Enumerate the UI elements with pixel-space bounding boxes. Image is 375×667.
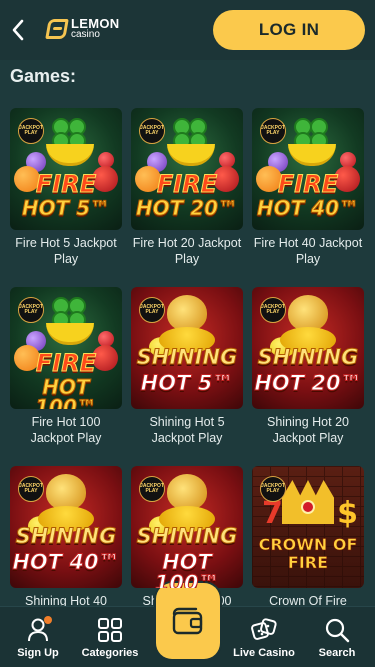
game-card[interactable]: JACKPOT PLAY FIRE HOT 20™ Fire Hot 20 Jac… [131, 108, 243, 288]
game-title[interactable]: Fire Hot 100 Jackpot Play [10, 409, 122, 467]
art-title: CROWN OF FIRE [252, 536, 364, 571]
nav-categories[interactable]: Categories [72, 607, 148, 667]
dollar-icon: $ [337, 496, 358, 531]
nav-label: Sign Up [17, 647, 59, 659]
back-button[interactable] [6, 16, 30, 44]
game-thumbnail[interactable]: JACKPOT PLAY FIRE HOT 40™ [252, 108, 364, 230]
categories-grid-icon [96, 616, 124, 644]
art-line2: HOT 5™ [21, 196, 111, 220]
game-card[interactable]: JACKPOT PLAY FIRE HOT 40™ Fire Hot 40 Jac… [252, 108, 364, 288]
top-bar: LEMON casino LOG IN [0, 0, 375, 60]
nav-label: Categories [81, 647, 139, 659]
games-grid-row2: JACKPOT PLAY FIRE HOT 100™ Fire Hot 100 J… [10, 287, 372, 467]
gold-pot-icon [167, 295, 207, 331]
jackpot-badge: JACKPOT PLAY [18, 118, 44, 144]
wallet-button[interactable] [156, 583, 220, 659]
art-line1: FIRE [35, 170, 97, 198]
games-grid: JACKPOT PLAY FIRE HOT 5™ Fire Hot 5 Jackp… [10, 108, 372, 288]
badge-line2: PLAY [266, 488, 280, 494]
art-line1: SHINING [136, 524, 238, 548]
art-line1: SHINING [136, 345, 238, 369]
art-line1: FIRE [35, 349, 97, 377]
jackpot-badge: JACKPOT PLAY [139, 118, 165, 144]
art-line2: HOT 40™ [12, 550, 120, 574]
lemon-logo-icon [45, 18, 69, 39]
art-line2: HOT 40™ [256, 196, 360, 220]
banana-icon [46, 144, 94, 166]
notification-dot [44, 616, 52, 624]
badge-line2: PLAY [145, 309, 159, 315]
game-title[interactable]: Fire Hot 5 Jackpot Play [10, 230, 122, 288]
nav-sign-up[interactable]: Sign Up [0, 607, 76, 667]
nav-live-casino[interactable]: Live Casino [226, 607, 302, 667]
gold-pot-icon [46, 474, 86, 510]
lemon-casino-logo[interactable]: LEMON casino [45, 17, 119, 40]
jackpot-badge: JACKPOT PLAY [139, 476, 165, 502]
art-line2: HOT 20™ [135, 196, 239, 220]
badge-line2: PLAY [266, 130, 280, 136]
game-title[interactable]: Shining Hot 20 Jackpot Play [252, 409, 364, 467]
login-button[interactable]: LOG IN [213, 10, 365, 50]
wallet-icon [172, 607, 203, 635]
game-thumbnail[interactable]: JACKPOT PLAY 7 $ CROWN OF FIRE [252, 466, 364, 588]
badge-line2: PLAY [266, 309, 280, 315]
dice-icon [250, 616, 278, 644]
game-title[interactable]: Fire Hot 40 Jackpot Play [252, 230, 364, 288]
art-line2: HOT 100™ [35, 375, 98, 410]
nav-label: Search [318, 647, 356, 659]
badge-line2: PLAY [24, 130, 38, 136]
jackpot-badge: JACKPOT PLAY [260, 476, 286, 502]
art-line1: FIRE [156, 170, 218, 198]
game-thumbnail[interactable]: JACKPOT PLAY FIRE HOT 20™ [131, 108, 243, 230]
nav-label: Live Casino [233, 647, 295, 659]
game-card[interactable]: JACKPOT PLAY FIRE HOT 5™ Fire Hot 5 Jackp… [10, 108, 122, 288]
game-thumbnail[interactable]: JACKPOT PLAY SHINING HOT 5™ [131, 287, 243, 409]
gold-pot-icon [288, 295, 328, 331]
game-thumbnail[interactable]: JACKPOT PLAY SHINING HOT 100™ [131, 466, 243, 588]
banana-icon [46, 323, 94, 345]
game-title[interactable]: Fire Hot 20 Jackpot Play [131, 230, 243, 288]
jackpot-badge: JACKPOT PLAY [260, 118, 286, 144]
back-arrow-icon [12, 19, 24, 41]
game-card[interactable]: JACKPOT PLAY SHINING HOT 5™ Shining Hot 5… [131, 287, 243, 467]
jackpot-badge: JACKPOT PLAY [260, 297, 286, 323]
art-line1: FIRE [277, 170, 339, 198]
gem-icon [301, 500, 315, 514]
game-thumbnail[interactable]: JACKPOT PLAY FIRE HOT 100™ [10, 287, 122, 409]
art-line2: HOT 20™ [254, 371, 362, 395]
game-card[interactable]: JACKPOT PLAY FIRE HOT 100™ Fire Hot 100 J… [10, 287, 122, 467]
banana-icon [167, 144, 215, 166]
user-icon [24, 616, 52, 644]
jackpot-badge: JACKPOT PLAY [18, 476, 44, 502]
logo-text: LEMON casino [71, 17, 119, 40]
game-card[interactable]: JACKPOT PLAY SHINING HOT 20™ Shining Hot … [252, 287, 364, 467]
nav-search[interactable]: Search [299, 607, 375, 667]
game-thumbnail[interactable]: JACKPOT PLAY SHINING HOT 40™ [10, 466, 122, 588]
art-line1: SHINING [257, 345, 359, 369]
game-thumbnail[interactable]: JACKPOT PLAY SHINING HOT 20™ [252, 287, 364, 409]
jackpot-badge: JACKPOT PLAY [18, 297, 44, 323]
game-thumbnail[interactable]: JACKPOT PLAY FIRE HOT 5™ [10, 108, 122, 230]
logo-line2: casino [71, 29, 100, 40]
jackpot-badge: JACKPOT PLAY [139, 297, 165, 323]
art-line2: HOT 5™ [140, 371, 234, 395]
banana-icon [288, 144, 336, 166]
game-title[interactable]: Shining Hot 5 Jackpot Play [131, 409, 243, 467]
section-title: Games: [10, 66, 77, 86]
badge-line2: PLAY [24, 309, 38, 315]
badge-line2: PLAY [145, 488, 159, 494]
art-line2: FIRE [287, 552, 329, 572]
art-line1: SHINING [15, 524, 117, 548]
badge-line2: PLAY [145, 130, 159, 136]
art-line1: CROWN OF [258, 535, 358, 554]
search-icon [323, 616, 351, 644]
art-line2: HOT 100™ [154, 550, 220, 588]
badge-line2: PLAY [24, 488, 38, 494]
gold-pot-icon [167, 474, 207, 510]
